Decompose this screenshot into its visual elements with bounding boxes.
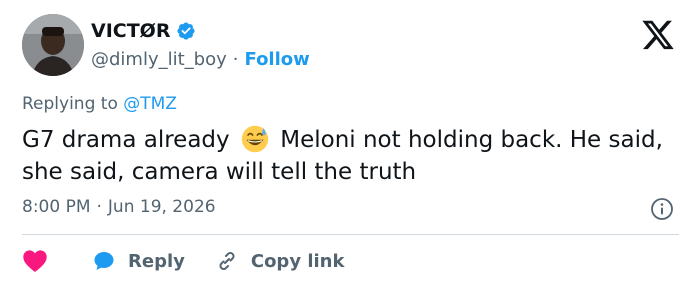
reply-context-prefix: Replying to	[22, 94, 118, 114]
verified-badge-icon	[177, 22, 196, 40]
display-name[interactable]: VICTØR	[91, 20, 170, 42]
heart-icon[interactable]	[22, 249, 48, 273]
link-icon	[219, 252, 235, 270]
tweet-actions: Reply Copy link	[22, 248, 344, 274]
follow-button[interactable]: Follow	[245, 49, 310, 70]
timestamp-separator: ·	[96, 197, 102, 217]
x-logo-icon[interactable]	[639, 20, 677, 52]
author-name-row: VICTØR	[91, 20, 196, 42]
handle-separator: ·	[232, 49, 239, 70]
copy-link-button[interactable]: Copy link	[215, 249, 345, 273]
copy-link-label: Copy link	[250, 250, 345, 272]
avatar[interactable]	[22, 14, 84, 76]
user-handle[interactable]: @dimly_lit_boy	[91, 49, 227, 70]
tweet-text-part-1: G7 drama already	[22, 127, 230, 153]
avatar-photo	[22, 14, 84, 76]
divider	[22, 234, 679, 235]
reply-label: Reply	[128, 250, 185, 272]
tweet-timestamp[interactable]: 8:00 PM · Jun 19, 2026	[22, 197, 216, 217]
tweet-text: G7 drama already Meloni not holding back…	[22, 124, 682, 188]
reply-button[interactable]: Reply	[92, 249, 185, 273]
reply-context-mention[interactable]: @TMZ	[123, 94, 177, 114]
info-icon[interactable]	[650, 197, 674, 221]
tweet-time: 8:00 PM	[22, 197, 91, 217]
reply-context: Replying to @TMZ	[22, 94, 177, 114]
handle-row: @dimly_lit_boy · Follow	[91, 49, 310, 70]
reply-bubble-icon	[94, 252, 114, 270]
grinning-sweat-emoji-icon	[241, 125, 269, 153]
tweet-date: Jun 19, 2026	[107, 197, 216, 217]
